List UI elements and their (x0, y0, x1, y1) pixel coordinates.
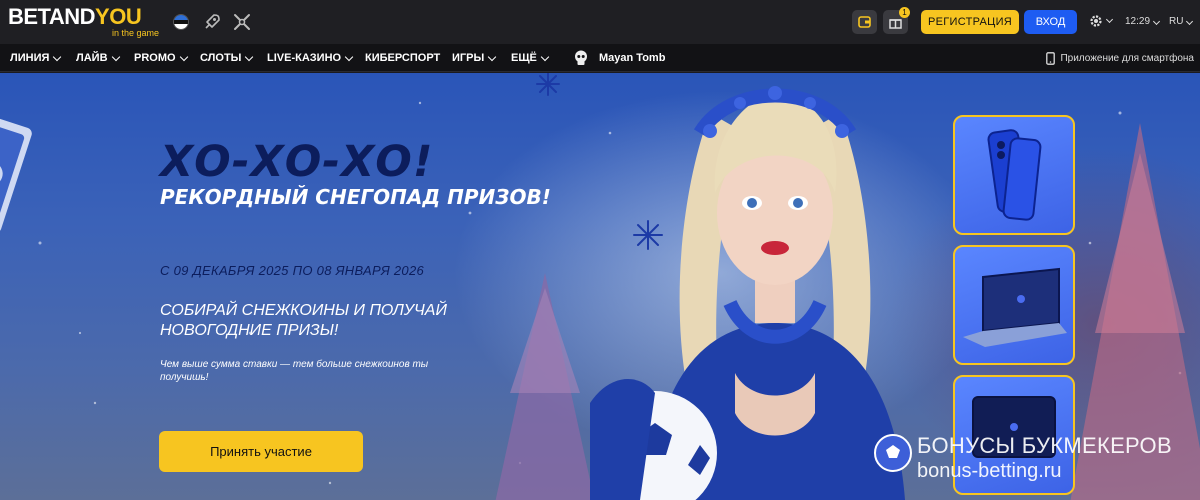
nav-item-label: ЛИНИЯ (10, 52, 50, 64)
gift-badge: 1 (899, 7, 910, 18)
nav-item-label: СЛОТЫ (200, 52, 242, 64)
nav-item-promo[interactable]: PROMO (134, 44, 188, 72)
logo-text-part1: BETAND (8, 4, 96, 29)
mobile-app-label: Приложение для смартфона (1060, 52, 1194, 64)
soccer-ball-icon (874, 434, 912, 472)
smartphone-icon (1046, 51, 1056, 65)
nav-item-label: ЕЩЁ (511, 52, 537, 64)
promo-note: Чем выше сумма ставки — тем больше снежк… (160, 359, 429, 383)
chevron-down-icon (1186, 17, 1194, 26)
nav-item-label: ЛАЙВ (76, 52, 108, 64)
register-button[interactable]: РЕГИСТРАЦИЯ (921, 10, 1019, 34)
login-button[interactable]: ВХОД (1024, 10, 1077, 34)
chevron-down-icon (179, 52, 188, 61)
watermark-title: БОНУСЫ БУКМЕКЕРОВ (917, 433, 1172, 458)
chevron-down-icon (1152, 17, 1161, 26)
nav-item-label: PROMO (134, 52, 176, 64)
main-nav: ЛИНИЯ ЛАЙВ PROMO СЛОТЫ LIVE-КАЗИНО КИБЕР… (0, 44, 1200, 72)
clock-time: 12:29 (1125, 16, 1151, 27)
smartphone-icon (987, 129, 1042, 221)
watermark-url: bonus-betting.ru (917, 460, 1062, 482)
nav-item-live-casino[interactable]: LIVE-КАЗИНО (267, 44, 354, 72)
prize-card-laptop (953, 245, 1075, 365)
hero-subtitle: РЕКОРДНЫЙ СНЕГОПАД ПРИЗОВ! (160, 185, 551, 209)
crossed-tools-icon[interactable] (232, 12, 252, 32)
nav-item-label: КИБЕРСПОРТ (365, 52, 441, 64)
settings-dropdown[interactable] (1089, 14, 1114, 28)
promo-hero-banner: ХО-ХО-ХО! РЕКОРДНЫЙ СНЕГОПАД ПРИЗОВ! С 0… (0, 73, 1200, 500)
nav-featured-game[interactable]: Mayan Tomb (572, 44, 665, 72)
nav-item-label: ИГРЫ (452, 52, 485, 64)
wallet-icon (858, 16, 871, 28)
participate-button[interactable]: Принять участие (159, 431, 363, 472)
chevron-down-icon (488, 52, 497, 61)
chevron-down-icon (53, 52, 62, 61)
logo-tagline: in the game (112, 28, 160, 38)
chevron-down-icon (111, 52, 120, 61)
betandyou-logo[interactable]: BETANDYOU in the game (8, 6, 168, 38)
hero-title: ХО-ХО-ХО! (160, 137, 434, 187)
nav-item-line[interactable]: ЛИНИЯ (10, 44, 62, 72)
chevron-down-icon (1105, 15, 1114, 24)
nav-item-more[interactable]: ЕЩЁ (511, 44, 550, 72)
language-selector[interactable]: RU (1169, 16, 1194, 27)
rocket-icon[interactable] (202, 12, 222, 32)
promo-description: СОБИРАЙ СНЕЖКОИНЫ И ПОЛУЧАЙ НОВОГОДНИЕ П… (160, 302, 447, 339)
chevron-down-icon (344, 52, 354, 61)
mobile-app-link[interactable]: Приложение для смартфона (1046, 44, 1194, 72)
nav-item-live[interactable]: ЛАЙВ (76, 44, 120, 72)
language-code: RU (1169, 16, 1184, 27)
estonia-flag-icon[interactable] (173, 14, 189, 30)
prize-card-smartphone (953, 115, 1075, 235)
nav-item-games[interactable]: ИГРЫ (452, 44, 497, 72)
featured-game-label: Mayan Tomb (599, 52, 666, 64)
time-selector[interactable]: 12:29 (1125, 16, 1161, 27)
chevron-down-icon (540, 52, 550, 61)
logo-text-part2: YOU (95, 4, 142, 29)
top-bar: BETANDYOU in the game 1 РЕГИСТРАЦИЯ ВХОД… (0, 0, 1200, 44)
promo-dates: С 09 ДЕКАБРЯ 2025 ПО 08 ЯНВАРЯ 2026 (160, 263, 425, 278)
laptop-icon (963, 267, 1067, 347)
nav-item-esports[interactable]: КИБЕРСПОРТ (365, 44, 440, 72)
skull-icon (575, 50, 587, 65)
nav-item-slots[interactable]: СЛОТЫ (200, 44, 254, 72)
chevron-down-icon (245, 52, 254, 61)
wallet-button[interactable] (852, 10, 877, 34)
nav-item-label: LIVE-КАЗИНО (267, 52, 342, 64)
gear-icon (1090, 15, 1102, 27)
gift-button[interactable]: 1 (883, 7, 910, 34)
